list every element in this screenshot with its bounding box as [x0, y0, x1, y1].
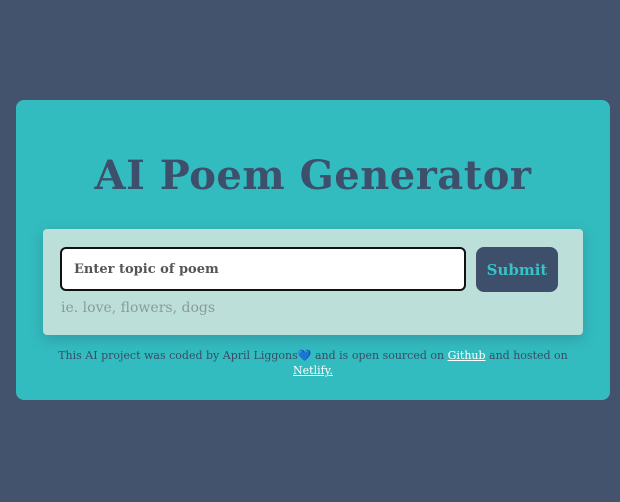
github-link[interactable]: Github [448, 349, 486, 362]
input-hint: ie. love, flowers, dogs [61, 300, 216, 316]
footer-text-open-source: and is open sourced on [311, 349, 448, 362]
footer-text-hosted: and hosted on [485, 349, 568, 362]
submit-button[interactable]: Submit [476, 247, 558, 292]
page-title: AI Poem Generator [94, 152, 532, 199]
topic-input[interactable] [60, 247, 466, 291]
poem-generator-card: AI Poem Generator Submit ie. love, flowe… [16, 100, 610, 400]
footer-credits: This AI project was coded by April Liggo… [44, 348, 582, 378]
netlify-link[interactable]: Netlify. [293, 364, 333, 377]
poem-form: Submit ie. love, flowers, dogs [43, 229, 583, 335]
blue-heart-icon: 💙 [297, 349, 312, 362]
footer-text-author: This AI project was coded by April Liggo… [58, 349, 298, 362]
